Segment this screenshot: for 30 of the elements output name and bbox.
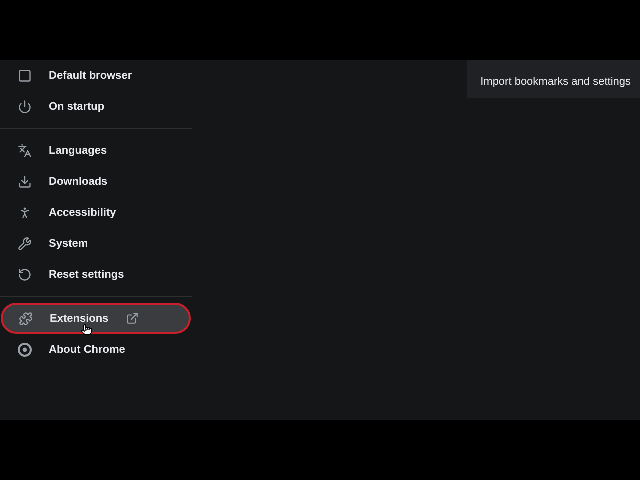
menu-item-label: About Chrome: [49, 344, 126, 356]
menu-item-label: Languages: [49, 144, 108, 156]
menu-item-label: Default browser: [49, 70, 132, 82]
wrench-icon: [18, 236, 32, 250]
power-icon: [18, 100, 32, 114]
reset-icon: [18, 268, 32, 282]
accessibility-icon: [18, 206, 32, 220]
menu-item[interactable]: Reset settings: [0, 259, 192, 290]
menu-item[interactable]: Accessibility: [0, 197, 192, 228]
menu-item-label: System: [49, 238, 88, 250]
menu-item-label: Accessibility: [49, 206, 116, 218]
menu-item[interactable]: About Chrome: [0, 334, 192, 365]
menu-item[interactable]: Languages: [0, 135, 192, 166]
menu-item[interactable]: On startup: [0, 91, 192, 122]
menu-item[interactable]: Downloads: [0, 166, 192, 197]
menu-item-label: Reset settings: [49, 268, 124, 280]
puzzle-icon: [19, 312, 33, 326]
external-link-icon[interactable]: [126, 312, 139, 325]
pointer-cursor-icon: [81, 324, 93, 336]
translate-icon: [18, 144, 32, 158]
menu-item-label: On startup: [49, 100, 105, 112]
chrome-logo-icon: [18, 342, 32, 356]
download-icon: [18, 174, 32, 188]
menu-item-label: Downloads: [49, 176, 108, 188]
menu-item[interactable]: Default browser: [0, 60, 192, 91]
menu-item-label: Extensions: [50, 312, 109, 324]
menu-item[interactable]: System: [0, 228, 192, 259]
square-icon: [18, 68, 32, 82]
import-bookmarks-item[interactable]: Import bookmarks and settings: [466, 60, 640, 98]
highlighted-menu-item[interactable]: Extensions: [1, 303, 191, 334]
